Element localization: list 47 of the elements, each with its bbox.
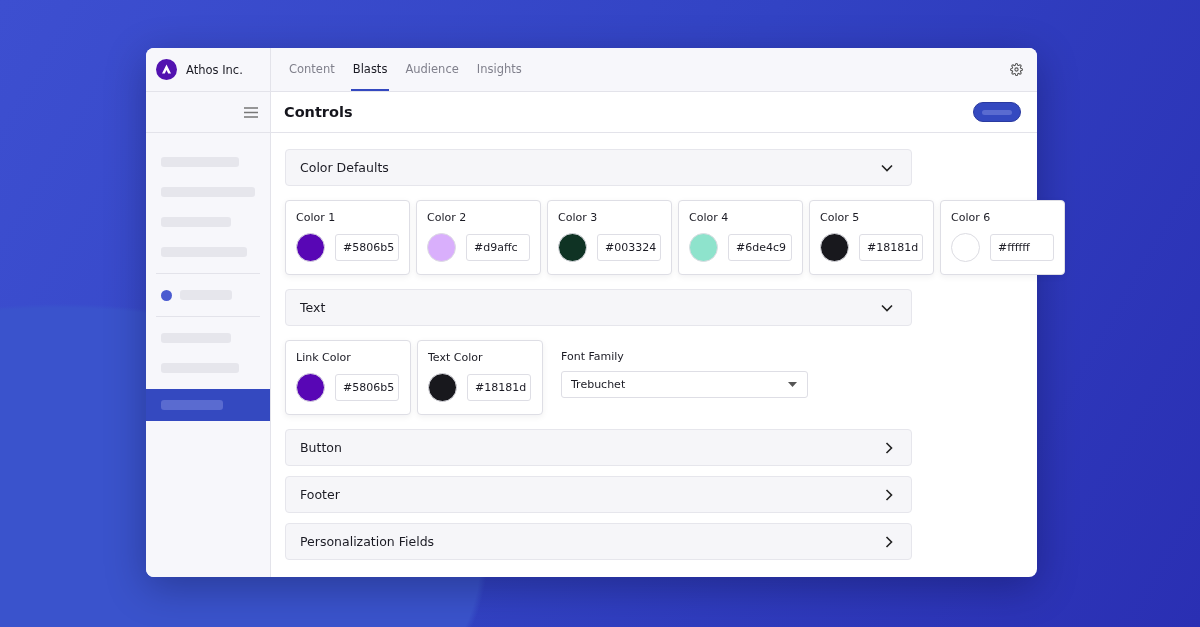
- hex-input[interactable]: #003324: [597, 234, 661, 261]
- hex-input[interactable]: #18181d: [859, 234, 923, 261]
- page-title: Controls: [284, 104, 353, 120]
- color-swatch[interactable]: [689, 233, 718, 262]
- hex-input[interactable]: #5806b5: [335, 374, 399, 401]
- primary-button[interactable]: [973, 102, 1021, 122]
- settings-icon[interactable]: [1010, 63, 1023, 76]
- nav-tab[interactable]: Insights: [474, 48, 524, 91]
- field-label: Color 1: [296, 211, 337, 224]
- nav-tab[interactable]: Content: [287, 48, 337, 91]
- chevron-right-icon: [885, 535, 893, 548]
- section-header[interactable]: Footer: [285, 476, 912, 513]
- section-header[interactable]: Color Defaults: [285, 149, 912, 186]
- hex-input[interactable]: #d9affc: [466, 234, 530, 261]
- hex-input[interactable]: #5806b5: [335, 234, 399, 261]
- color-swatch[interactable]: [296, 233, 325, 262]
- chevron-down-icon: [881, 163, 893, 172]
- section-header[interactable]: Personalization Fields: [285, 523, 912, 560]
- color-swatch[interactable]: [558, 233, 587, 262]
- logo-icon: [156, 59, 177, 80]
- font-select[interactable]: Trebuchet: [561, 371, 808, 398]
- section-header[interactable]: Button: [285, 429, 912, 466]
- hex-input[interactable]: #18181d: [467, 374, 531, 401]
- field-label: Color 4: [689, 211, 730, 224]
- chevron-down-icon: [881, 303, 893, 312]
- nav-tab[interactable]: Blasts: [350, 48, 390, 91]
- color-swatch[interactable]: [951, 233, 980, 262]
- hex-input[interactable]: #6de4c9: [728, 234, 792, 261]
- nav-tab[interactable]: Audience: [403, 48, 461, 91]
- field-label: Color 2: [427, 211, 468, 224]
- field-label: Color 3: [558, 211, 599, 224]
- hex-input[interactable]: #ffffff: [990, 234, 1054, 261]
- color-swatch[interactable]: [428, 373, 457, 402]
- color-swatch[interactable]: [296, 373, 325, 402]
- field-label: Font Family: [561, 350, 625, 363]
- field-label: Text Color: [428, 351, 484, 364]
- color-swatch[interactable]: [427, 233, 456, 262]
- field-label: Color 6: [951, 211, 992, 224]
- field-label: Color 5: [820, 211, 861, 224]
- menu-icon[interactable]: [244, 106, 258, 118]
- caret-icon: [788, 382, 797, 387]
- color-swatch[interactable]: [820, 233, 849, 262]
- field-label: Link Color: [296, 351, 352, 364]
- chevron-right-icon: [885, 488, 893, 501]
- chevron-right-icon: [885, 441, 893, 454]
- brand-name: Athos Inc.: [186, 62, 243, 77]
- section-header[interactable]: Text: [285, 289, 912, 326]
